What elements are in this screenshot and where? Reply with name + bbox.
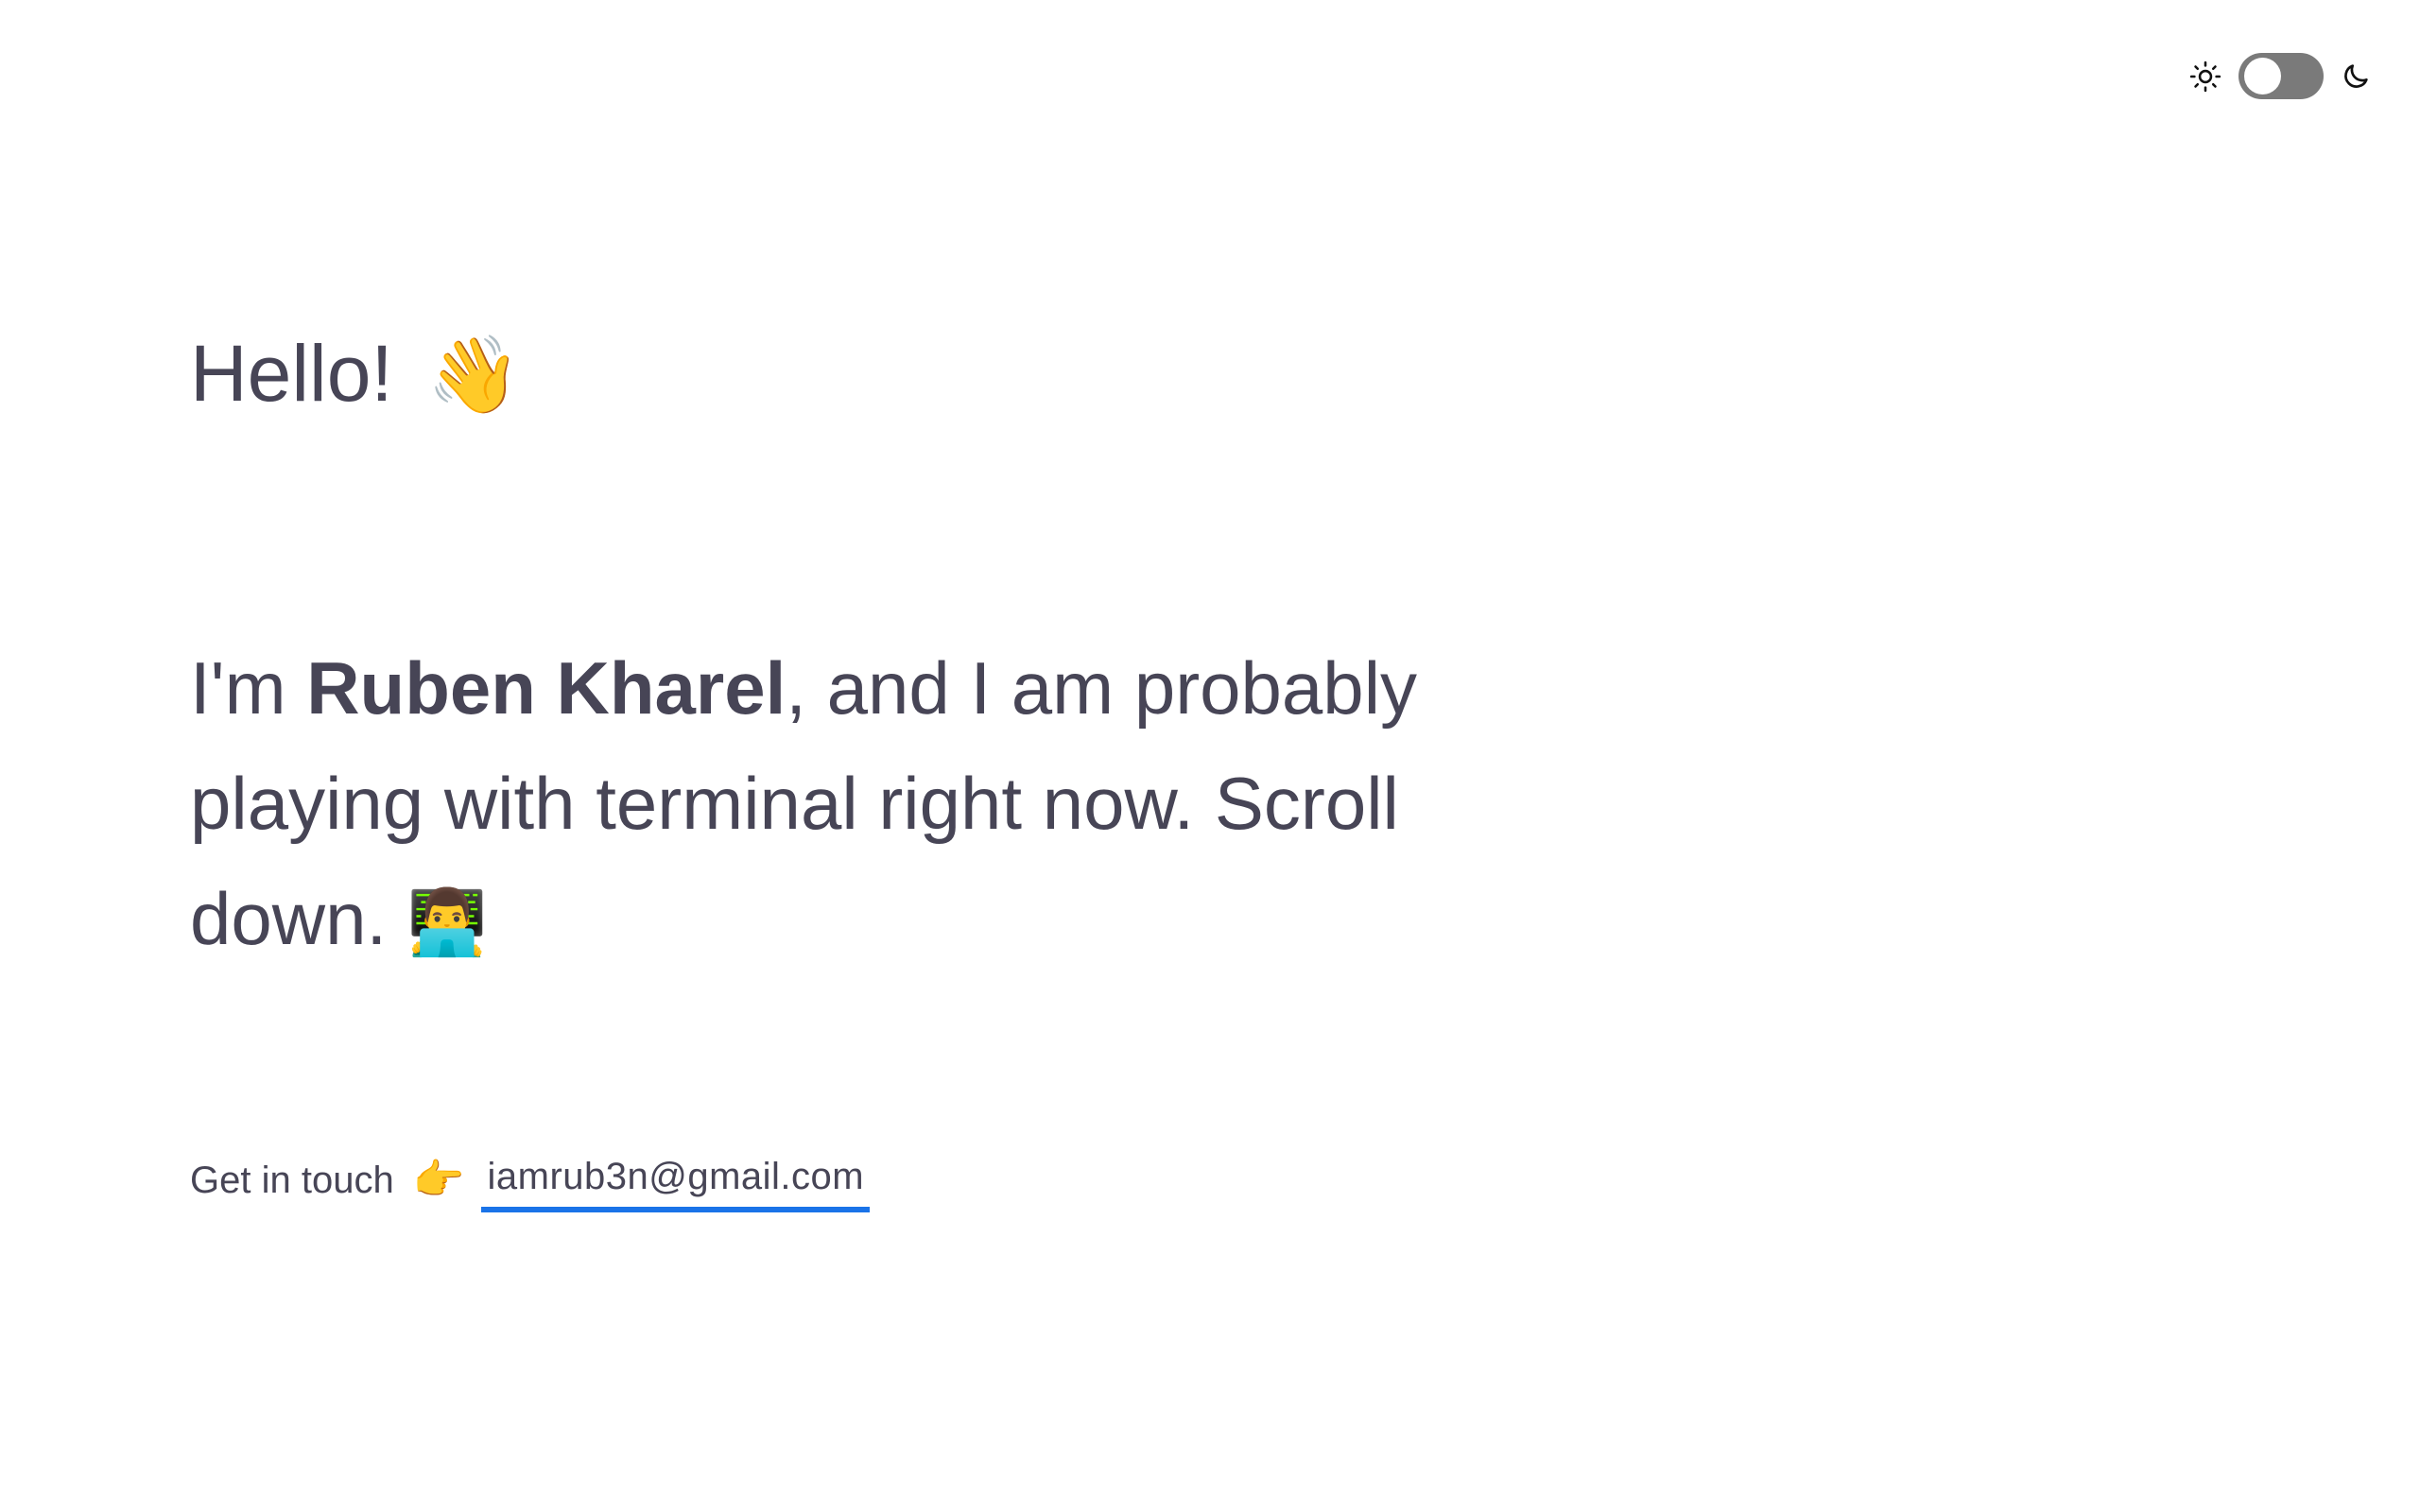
pointing-right-icon: 👉 [412, 1157, 465, 1203]
contact-line: Get in touch 👉 iamrub3n@gmail.com [190, 1148, 871, 1212]
greeting-text: Hello! [190, 329, 393, 418]
email-link[interactable]: iamrub3n@gmail.com [481, 1148, 871, 1212]
dark-mode-switch[interactable] [2238, 53, 2324, 99]
intro-prefix: I'm [190, 646, 307, 730]
waving-hand-icon: 👋 [426, 333, 522, 417]
author-name: Ruben Kharel [306, 646, 786, 730]
technologist-icon: 👨‍💻 [406, 886, 488, 958]
contact-label: Get in touch [190, 1160, 394, 1201]
sun-icon[interactable] [2189, 60, 2221, 93]
switch-knob [2244, 58, 2281, 94]
intro-paragraph: I'm Ruben Kharel, and I am probably play… [190, 630, 1513, 980]
greeting-heading: Hello! 👋 [190, 321, 521, 427]
theme-toggle [2189, 53, 2371, 99]
moon-icon[interactable] [2341, 61, 2371, 92]
